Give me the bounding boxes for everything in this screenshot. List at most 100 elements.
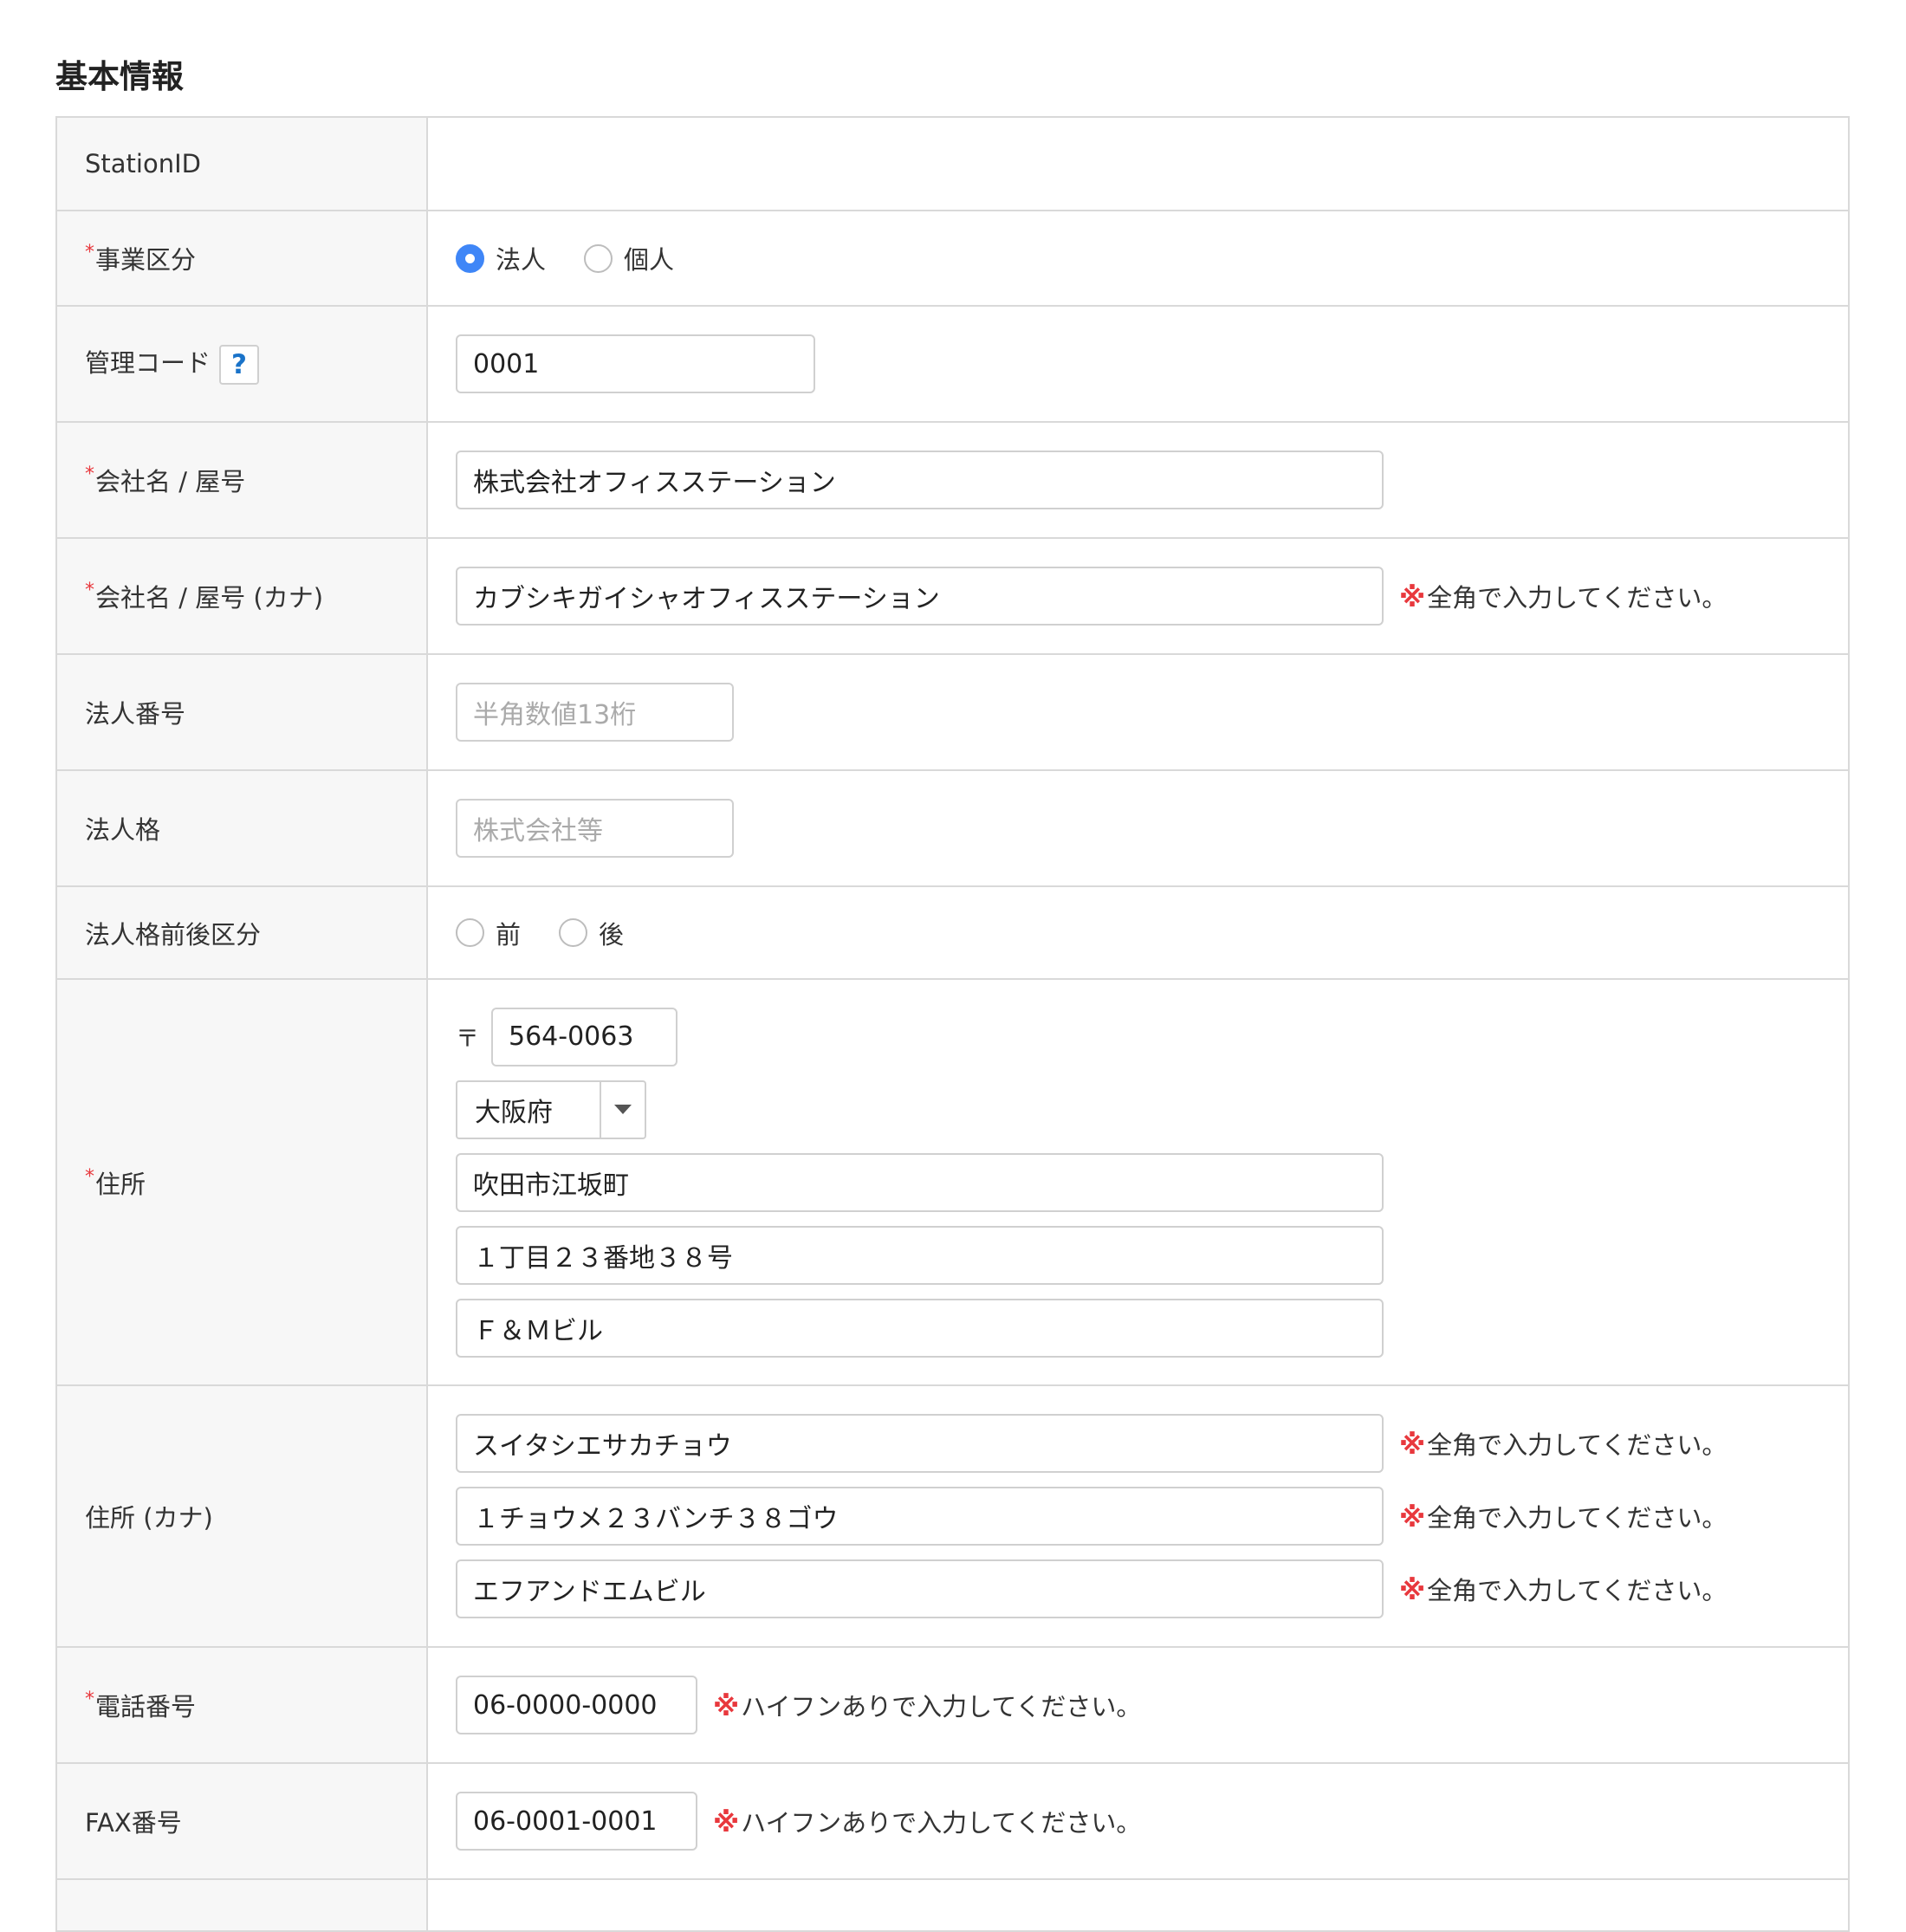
phone-line: 06-0000-0000 ※ハイフンありで入力してください。 bbox=[456, 1676, 1848, 1734]
fax-input[interactable]: 06-0001-0001 bbox=[456, 1792, 697, 1851]
address-line2-input[interactable]: １丁目２３番地３８号 bbox=[456, 1225, 1384, 1285]
address-kana-line-2: １チョウメ２３バンチ３８ゴウ ※全角で入力してください。 bbox=[456, 1487, 1848, 1546]
zip-input[interactable]: 564-0063 bbox=[491, 1007, 677, 1066]
prefecture-value: 大阪府 bbox=[475, 1097, 553, 1128]
next-partial-cell bbox=[426, 1878, 1850, 1932]
label-station-id: StationID bbox=[55, 116, 428, 211]
radio-individual[interactable]: 個人 bbox=[584, 240, 674, 276]
note-mark: ※ bbox=[1399, 1575, 1426, 1606]
corporate-type-input[interactable]: 株式会社等 bbox=[456, 799, 734, 858]
note-text: 全角で入力してください。 bbox=[1427, 1430, 1728, 1460]
row-business-type: *事業区分 法人 個人 bbox=[55, 210, 1850, 307]
label-text: 法人格前後区分 bbox=[85, 919, 262, 950]
chevron-down-icon[interactable] bbox=[600, 1081, 645, 1138]
company-name-kana-input[interactable]: カブシキガイシャオフィスステーション bbox=[456, 567, 1384, 626]
management-code-cell: 0001 bbox=[426, 305, 1850, 423]
corporate-number-input[interactable]: 半角数値13桁 bbox=[456, 683, 734, 742]
radio-circle[interactable] bbox=[456, 918, 484, 947]
label-company-name-kana: *会社名 / 屋号 (カナ) bbox=[55, 537, 428, 655]
note-text: 全角で入力してください。 bbox=[1427, 1503, 1728, 1533]
address-cell: 〒 564-0063 大阪府 吹田市江坂町 １丁目２３番地３８号 Ｆ＆Ｍビル bbox=[426, 978, 1850, 1386]
note-mark: ※ bbox=[1399, 1430, 1426, 1461]
business-type-cell: 法人 個人 bbox=[426, 210, 1850, 307]
fullwidth-note: ※全角で入力してください。 bbox=[1399, 1498, 1727, 1534]
label-text: FAX番号 bbox=[85, 1808, 182, 1838]
required-mark: * bbox=[85, 1165, 94, 1188]
label-corporate-position: 法人格前後区分 bbox=[55, 885, 428, 980]
radio-label: 法人 bbox=[496, 245, 547, 275]
phone-cell: 06-0000-0000 ※ハイフンありで入力してください。 bbox=[426, 1646, 1850, 1764]
company-name-kana-line: カブシキガイシャオフィスステーション ※全角で入力してください。 bbox=[456, 567, 1848, 626]
radio-circle[interactable] bbox=[559, 918, 588, 947]
management-code-input[interactable]: 0001 bbox=[456, 334, 815, 393]
note-mark: ※ bbox=[713, 1807, 740, 1838]
address-kana-line1-input[interactable]: スイタシエサカチョウ bbox=[456, 1414, 1384, 1473]
row-corporate-type: 法人格 株式会社等 bbox=[55, 769, 1850, 887]
label-company-name: *会社名 / 屋号 bbox=[55, 421, 428, 539]
label-text: 法人格 bbox=[85, 815, 161, 845]
label-management-code: 管理コード? bbox=[55, 305, 428, 423]
business-type-radio-group: 法人 個人 bbox=[456, 240, 1848, 276]
radio-label: 前 bbox=[496, 919, 522, 950]
company-name-input[interactable]: 株式会社オフィスステーション bbox=[456, 451, 1384, 509]
company-name-kana-cell: カブシキガイシャオフィスステーション ※全角で入力してください。 bbox=[426, 537, 1850, 655]
corporate-number-cell: 半角数値13桁 bbox=[426, 653, 1850, 771]
basic-info-form: StationID *事業区分 法人 個人 管理コード? 0001 *会社名 /… bbox=[55, 116, 1850, 1932]
required-mark: * bbox=[85, 1689, 94, 1710]
note-mark: ※ bbox=[1399, 582, 1426, 613]
prefecture-select[interactable]: 大阪府 bbox=[456, 1079, 646, 1139]
note-text: 全角で入力してください。 bbox=[1427, 1576, 1728, 1605]
row-company-name: *会社名 / 屋号 株式会社オフィスステーション bbox=[55, 421, 1850, 539]
radio-after[interactable]: 後 bbox=[559, 915, 624, 951]
address-line3-input[interactable]: Ｆ＆Ｍビル bbox=[456, 1298, 1384, 1358]
radio-before[interactable]: 前 bbox=[456, 915, 521, 951]
row-phone: *電話番号 06-0000-0000 ※ハイフンありで入力してください。 bbox=[55, 1646, 1850, 1764]
radio-circle[interactable] bbox=[456, 243, 484, 273]
row-corporate-position: 法人格前後区分 前 後 bbox=[55, 885, 1850, 980]
note-mark: ※ bbox=[1399, 1502, 1426, 1533]
label-corporate-number: 法人番号 bbox=[55, 653, 428, 771]
address-kana-line-3: エフアンドエムビル ※全角で入力してください。 bbox=[456, 1559, 1848, 1618]
required-mark: * bbox=[85, 464, 94, 485]
label-text: 法人番号 bbox=[85, 699, 186, 729]
label-text: 事業区分 bbox=[95, 245, 197, 275]
hyphen-note: ※ハイフンありで入力してください。 bbox=[713, 1687, 1141, 1723]
label-business-type: *事業区分 bbox=[55, 210, 428, 307]
address-kana-line-1: スイタシエサカチョウ ※全角で入力してください。 bbox=[456, 1414, 1848, 1473]
address-kana-fields: スイタシエサカチョウ ※全角で入力してください。 １チョウメ２３バンチ３８ゴウ … bbox=[456, 1414, 1848, 1618]
label-address: *住所 bbox=[55, 978, 428, 1386]
corporate-position-cell: 前 後 bbox=[426, 885, 1850, 980]
label-next-partial bbox=[55, 1878, 428, 1932]
row-management-code: 管理コード? 0001 bbox=[55, 305, 1850, 423]
address-line1-input[interactable]: 吹田市江坂町 bbox=[456, 1152, 1384, 1212]
label-corporate-type: 法人格 bbox=[55, 769, 428, 887]
radio-circle[interactable] bbox=[584, 243, 613, 273]
row-next-partial bbox=[55, 1878, 1850, 1932]
radio-label: 後 bbox=[599, 919, 625, 950]
corporate-type-cell: 株式会社等 bbox=[426, 769, 1850, 887]
label-text: StationID bbox=[85, 149, 201, 178]
address-kana-line3-input[interactable]: エフアンドエムビル bbox=[456, 1559, 1384, 1618]
prefecture-line: 大阪府 bbox=[456, 1079, 1848, 1139]
address-fields: 〒 564-0063 大阪府 吹田市江坂町 １丁目２３番地３８号 Ｆ＆Ｍビル bbox=[456, 1007, 1848, 1358]
row-fax: FAX番号 06-0001-0001 ※ハイフンありで入力してください。 bbox=[55, 1762, 1850, 1880]
note-text: 全角で入力してください。 bbox=[1427, 583, 1728, 613]
label-text: 会社名 / 屋号 bbox=[95, 467, 246, 496]
address-kana-cell: スイタシエサカチョウ ※全角で入力してください。 １チョウメ２３バンチ３８ゴウ … bbox=[426, 1384, 1850, 1648]
required-mark: * bbox=[85, 242, 94, 263]
fullwidth-note: ※全角で入力してください。 bbox=[1399, 1571, 1727, 1607]
fullwidth-note: ※全角で入力してください。 bbox=[1399, 1425, 1727, 1462]
basic-info-page: 基本情報 StationID *事業区分 法人 個人 管理コード? 0001 *… bbox=[0, 0, 1906, 1932]
address-kana-line2-input[interactable]: １チョウメ２３バンチ３８ゴウ bbox=[456, 1487, 1384, 1546]
hyphen-note: ※ハイフンありで入力してください。 bbox=[713, 1803, 1141, 1839]
label-text: 会社名 / 屋号 (カナ) bbox=[95, 583, 324, 613]
help-icon[interactable]: ? bbox=[219, 345, 260, 385]
corporate-position-radio-group: 前 後 bbox=[456, 915, 1848, 951]
label-address-kana: 住所 (カナ) bbox=[55, 1384, 428, 1648]
fax-cell: 06-0001-0001 ※ハイフンありで入力してください。 bbox=[426, 1762, 1850, 1880]
row-address: *住所 〒 564-0063 大阪府 吹田市江坂町 １丁目２３番地３８号 Ｆ＆Ｍ… bbox=[55, 978, 1850, 1386]
radio-corporation[interactable]: 法人 bbox=[456, 240, 546, 276]
note-text: ハイフンありで入力してください。 bbox=[741, 1808, 1142, 1838]
phone-input[interactable]: 06-0000-0000 bbox=[456, 1676, 697, 1734]
address-line-2: １丁目２３番地３８号 bbox=[456, 1225, 1848, 1285]
